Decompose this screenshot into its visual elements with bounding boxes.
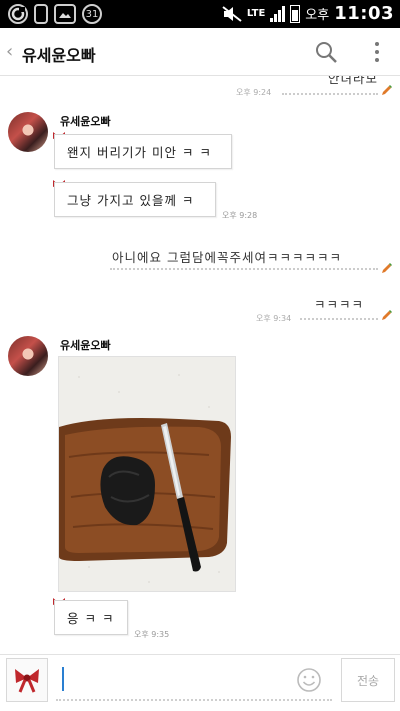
chevron-left-icon[interactable]: ‹ bbox=[6, 41, 13, 62]
photo-attachment[interactable] bbox=[58, 356, 236, 592]
message-time: 오후 9:35 bbox=[134, 630, 170, 639]
message-time: 오후 9:24 bbox=[236, 88, 272, 97]
message-bubble-incoming: 응 ㅋ ㅋ bbox=[54, 600, 128, 635]
message-text: 안녀라모 bbox=[327, 76, 378, 86]
signal-icon bbox=[270, 5, 286, 22]
pencil-icon bbox=[382, 310, 392, 320]
message-bubble-incoming: 왠지 버리기가 미안 ㅋ ㅋ bbox=[54, 134, 232, 169]
avatar[interactable] bbox=[8, 336, 48, 376]
sender-name: 유세윤오빠 bbox=[60, 115, 111, 128]
status-icons-right: LTE 오후 11:03 bbox=[222, 3, 394, 24]
badge-31-icon: 31 bbox=[82, 4, 102, 24]
message-underline bbox=[110, 268, 378, 270]
chat-message-list[interactable]: 안녀라모 오후 9:24 유세윤오빠 왠지 버리기가 미안 ㅋ ㅋ 그냥 가지고… bbox=[0, 76, 400, 654]
phone-icon bbox=[34, 4, 48, 24]
message-text: ㅋㅋㅋㅋ bbox=[314, 297, 365, 312]
o-logo-icon bbox=[8, 4, 28, 24]
avatar[interactable] bbox=[8, 112, 48, 152]
battery-icon bbox=[290, 4, 301, 23]
message-input[interactable] bbox=[56, 658, 334, 702]
status-ampm: 오후 bbox=[305, 8, 330, 23]
status-icons-left: 31 bbox=[8, 4, 102, 24]
sender-name: 유세윤오빠 bbox=[60, 339, 111, 352]
message-time: 오후 9:28 bbox=[222, 211, 258, 220]
gift-button[interactable] bbox=[6, 658, 48, 702]
input-bar: 전송 bbox=[0, 654, 400, 711]
text-caret bbox=[62, 667, 64, 691]
message-underline bbox=[300, 318, 378, 320]
pencil-icon bbox=[382, 263, 392, 273]
status-bar: 31 LTE 오후 11:03 bbox=[0, 0, 400, 28]
message-text: 왠지 버리기가 미안 ㅋ ㅋ bbox=[67, 145, 212, 160]
send-button[interactable]: 전송 bbox=[341, 658, 395, 702]
pencil-icon bbox=[382, 85, 392, 95]
ribbon-bow-icon bbox=[15, 669, 39, 693]
message-time: 오후 9:34 bbox=[256, 314, 292, 323]
network-type: LTE bbox=[246, 8, 266, 19]
smiley-icon[interactable] bbox=[296, 667, 322, 693]
chat-title: 유세윤오빠 bbox=[22, 46, 96, 65]
message-text: 응 ㅋ ㅋ bbox=[67, 611, 115, 626]
message-text: 그냥 가지고 있을께 ㅋ bbox=[67, 193, 195, 208]
status-time: 11:03 bbox=[334, 3, 394, 24]
message-text: 아니에요 그럼담에꼭주세여ㅋㅋㅋㅋㅋㅋ bbox=[112, 250, 342, 265]
input-underline bbox=[56, 699, 332, 701]
badge-number: 31 bbox=[85, 8, 99, 20]
message-underline bbox=[282, 93, 378, 95]
photo-cutting-board-knife bbox=[59, 357, 235, 591]
mute-icon bbox=[222, 5, 242, 22]
search-icon[interactable] bbox=[314, 40, 338, 64]
message-bubble-incoming: 그냥 가지고 있을께 ㅋ bbox=[54, 182, 216, 217]
more-vertical-icon[interactable] bbox=[374, 42, 380, 62]
chat-header: ‹ 유세윤오빠 bbox=[0, 28, 400, 76]
image-icon bbox=[54, 4, 76, 24]
